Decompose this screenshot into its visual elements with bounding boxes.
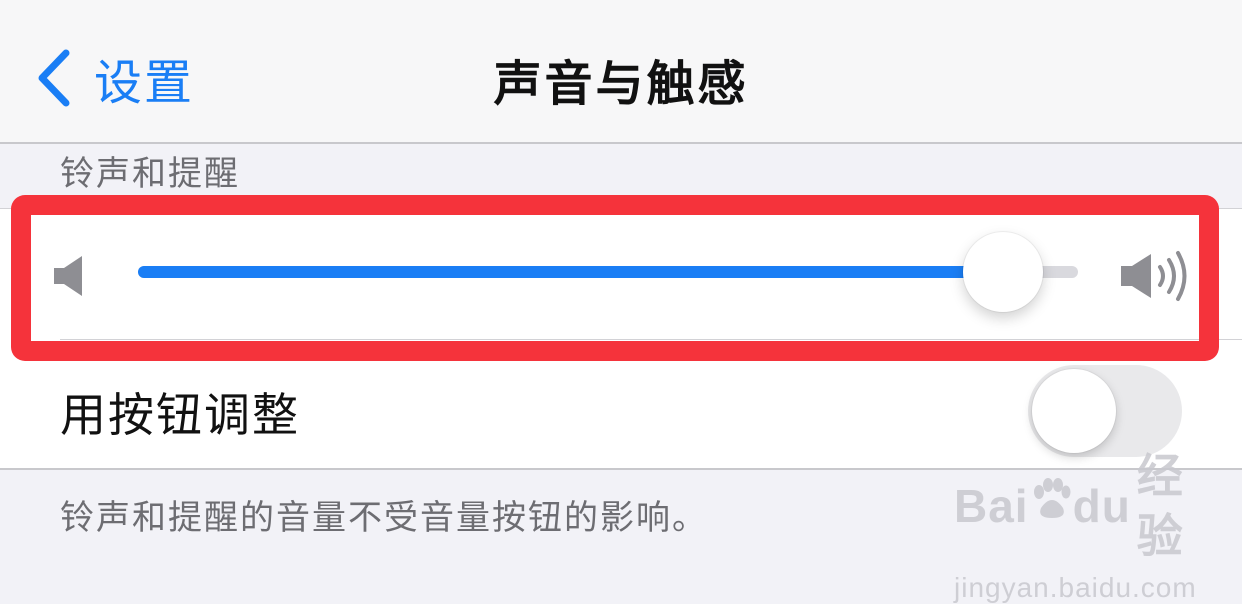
footer-note: 铃声和提醒的音量不受音量按钮的影响。 [60, 498, 708, 538]
row-divider [60, 339, 1242, 340]
speaker-high-icon [1118, 247, 1192, 309]
page-title: 声音与触感 [493, 56, 749, 112]
slider-fill [138, 266, 1003, 278]
watermark-url: jingyan.baidu.com [954, 572, 1197, 603]
section-header-ringer: 铃声和提醒 [60, 154, 240, 194]
slider-thumb[interactable] [962, 232, 1043, 312]
change-with-buttons-toggle[interactable] [1028, 365, 1182, 457]
paw-icon [1031, 476, 1071, 536]
change-with-buttons-label: 用按钮调整 [60, 388, 300, 442]
ringer-settings-group: 用按钮调整 [0, 208, 1242, 470]
speaker-low-icon [52, 255, 86, 301]
watermark-brand-a: Bai [954, 480, 1029, 532]
ringer-volume-slider[interactable] [138, 232, 1078, 312]
watermark-brand-b: du [1072, 480, 1131, 532]
navigation-bar: 设置 声音与触感 [0, 0, 1242, 144]
toggle-knob [1032, 369, 1116, 453]
